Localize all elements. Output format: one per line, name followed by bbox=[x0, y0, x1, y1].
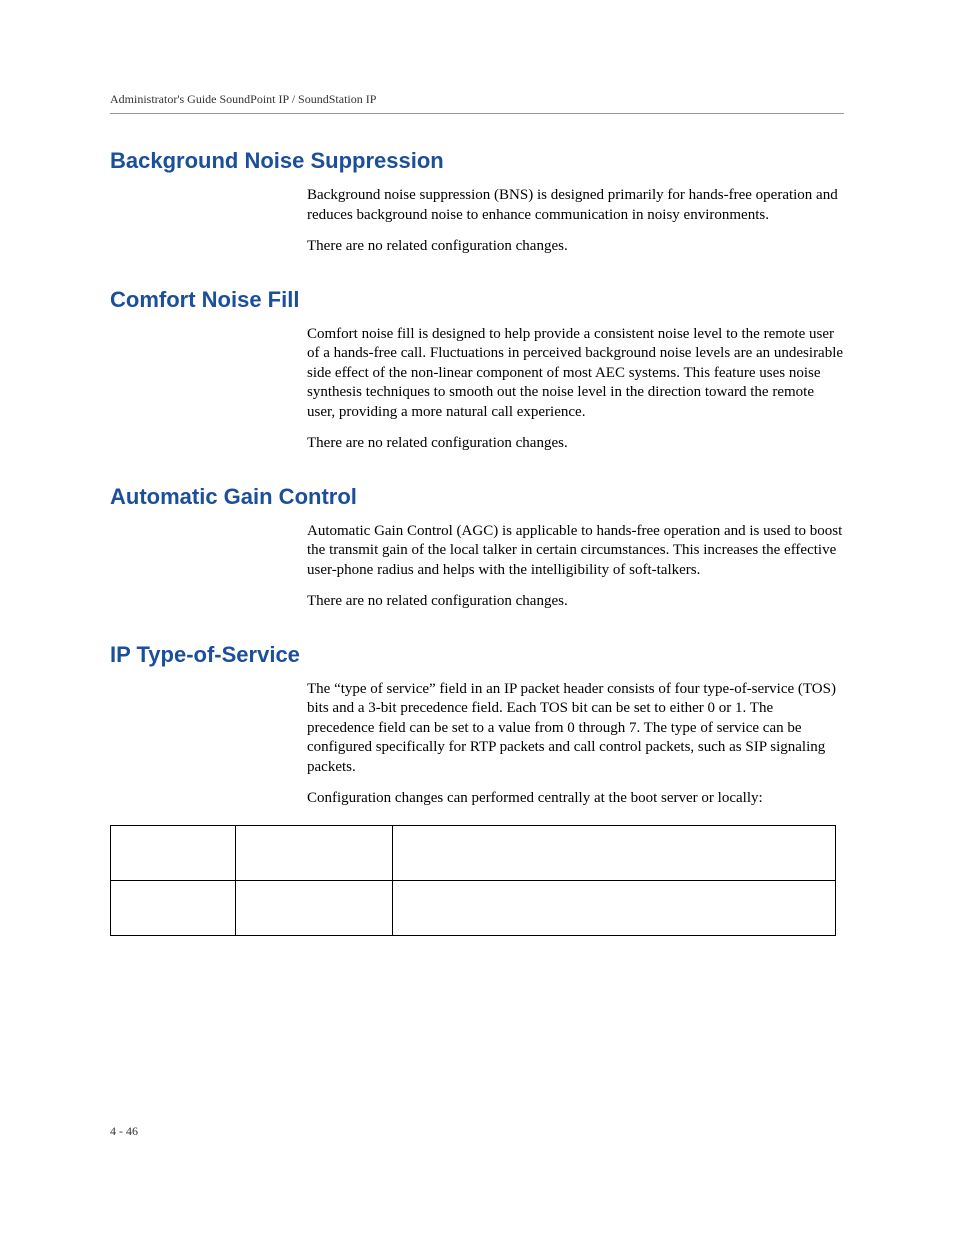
paragraph: Configuration changes can performed cent… bbox=[307, 789, 844, 809]
table-row bbox=[111, 825, 836, 880]
section-comfort-noise: Comfort Noise Fill Comfort noise fill is… bbox=[110, 287, 844, 454]
table-cell bbox=[111, 880, 236, 935]
table-cell bbox=[111, 825, 236, 880]
section-ip-tos: IP Type-of-Service The “type of service”… bbox=[110, 642, 844, 936]
table-cell bbox=[393, 825, 836, 880]
paragraph: Background noise suppression (BNS) is de… bbox=[307, 186, 844, 225]
section-heading: Automatic Gain Control bbox=[110, 484, 844, 510]
section-bns: Background Noise Suppression Background … bbox=[110, 148, 844, 257]
section-heading: Background Noise Suppression bbox=[110, 148, 844, 174]
page-header: Administrator's Guide SoundPoint IP / So… bbox=[110, 92, 844, 114]
paragraph: Comfort noise fill is designed to help p… bbox=[307, 325, 844, 423]
table-cell bbox=[236, 880, 393, 935]
section-body: The “type of service” field in an IP pac… bbox=[307, 680, 844, 809]
paragraph: The “type of service” field in an IP pac… bbox=[307, 680, 844, 778]
config-table bbox=[110, 825, 836, 936]
section-body: Background noise suppression (BNS) is de… bbox=[307, 186, 844, 257]
section-body: Automatic Gain Control (AGC) is applicab… bbox=[307, 522, 844, 612]
table-row bbox=[111, 880, 836, 935]
section-heading: Comfort Noise Fill bbox=[110, 287, 844, 313]
table-cell bbox=[393, 880, 836, 935]
document-page: Administrator's Guide SoundPoint IP / So… bbox=[0, 0, 954, 1235]
section-body: Comfort noise fill is designed to help p… bbox=[307, 325, 844, 454]
paragraph: There are no related configuration chang… bbox=[307, 434, 844, 454]
section-heading: IP Type-of-Service bbox=[110, 642, 844, 668]
page-footer: 4 - 46 bbox=[110, 1124, 138, 1139]
paragraph: There are no related configuration chang… bbox=[307, 592, 844, 612]
paragraph: There are no related configuration chang… bbox=[307, 237, 844, 257]
table-cell bbox=[236, 825, 393, 880]
paragraph: Automatic Gain Control (AGC) is applicab… bbox=[307, 522, 844, 581]
section-agc: Automatic Gain Control Automatic Gain Co… bbox=[110, 484, 844, 612]
